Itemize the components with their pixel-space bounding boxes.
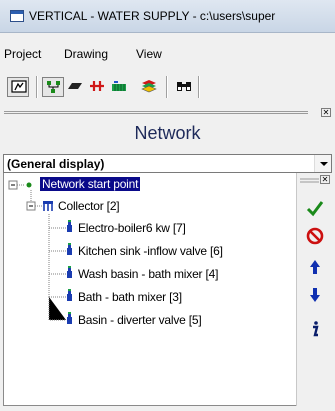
tree-network-button[interactable]	[42, 77, 64, 97]
network-start-icon	[26, 182, 32, 188]
toolbar	[0, 72, 335, 102]
chevron-down-icon[interactable]	[314, 155, 331, 172]
panel-close-button[interactable]: ✕	[321, 108, 331, 117]
menu-bar: Project Drawing View	[0, 42, 335, 66]
tree-node-leaf[interactable]: Wash basin - bath mixer [4]	[78, 267, 218, 281]
display-icon	[11, 80, 27, 93]
radiator-button[interactable]	[108, 77, 130, 97]
pipe-fitting-button[interactable]	[86, 77, 108, 97]
move-up-button[interactable]	[302, 255, 328, 281]
delete-button[interactable]	[302, 224, 328, 250]
side-action-panel: ✕	[296, 173, 332, 406]
move-down-button[interactable]	[302, 283, 328, 309]
binoculars-icon	[177, 82, 191, 91]
confirm-button[interactable]	[302, 196, 328, 222]
toolbar-separator	[166, 76, 167, 98]
move-down-icon	[310, 288, 320, 302]
tree-node-leaf[interactable]: Electro-boiler6 kw [7]	[78, 221, 186, 235]
pipe-fitting-icon	[90, 81, 104, 91]
menu-drawing[interactable]: Drawing	[64, 47, 108, 61]
tree-node-leaf[interactable]: Kitchen sink -inflow valve [6]	[78, 244, 223, 258]
layers-button[interactable]	[138, 77, 160, 97]
grip-lines	[4, 111, 308, 112]
menu-project[interactable]: Project	[4, 47, 41, 61]
tree-node-root[interactable]: Network start point	[40, 177, 141, 191]
move-up-icon	[310, 260, 320, 274]
side-panel-close-button[interactable]: ✕	[320, 175, 330, 184]
tree-network-icon	[47, 81, 60, 93]
collector-icon	[43, 201, 53, 204]
app-icon	[10, 10, 24, 22]
parallelogram-button[interactable]	[64, 77, 86, 97]
confirm-check-icon	[306, 201, 324, 217]
window-title: VERTICAL - WATER SUPPLY - c:\users\super	[29, 9, 276, 23]
tree-node-leaf[interactable]: Basin - diverter valve [5]	[78, 313, 202, 327]
radiator-icon	[112, 81, 126, 91]
delete-forbidden-icon	[306, 227, 324, 245]
panel-title: Network	[134, 123, 201, 143]
info-icon	[313, 321, 319, 337]
network-tree[interactable]: Network start point Collector [2] Electr…	[3, 173, 296, 406]
title-bar: VERTICAL - WATER SUPPLY - c:\users\super	[0, 0, 335, 33]
parallelogram-icon	[68, 83, 82, 89]
menu-view[interactable]: View	[136, 47, 162, 61]
display-select[interactable]: (General display)	[3, 154, 332, 173]
tree-node-leaf[interactable]: Bath - bath mixer [3]	[78, 290, 182, 304]
layers-icon	[141, 80, 157, 93]
display-select-value: (General display)	[7, 157, 105, 171]
info-button[interactable]	[302, 317, 328, 343]
display-button[interactable]	[7, 77, 29, 97]
panel-grip-bar[interactable]: ✕	[0, 108, 335, 118]
binoculars-button[interactable]	[173, 77, 195, 97]
tree-node-collector[interactable]: Collector [2]	[58, 199, 120, 213]
toolbar-separator	[36, 76, 37, 98]
toolbar-separator	[198, 76, 199, 98]
